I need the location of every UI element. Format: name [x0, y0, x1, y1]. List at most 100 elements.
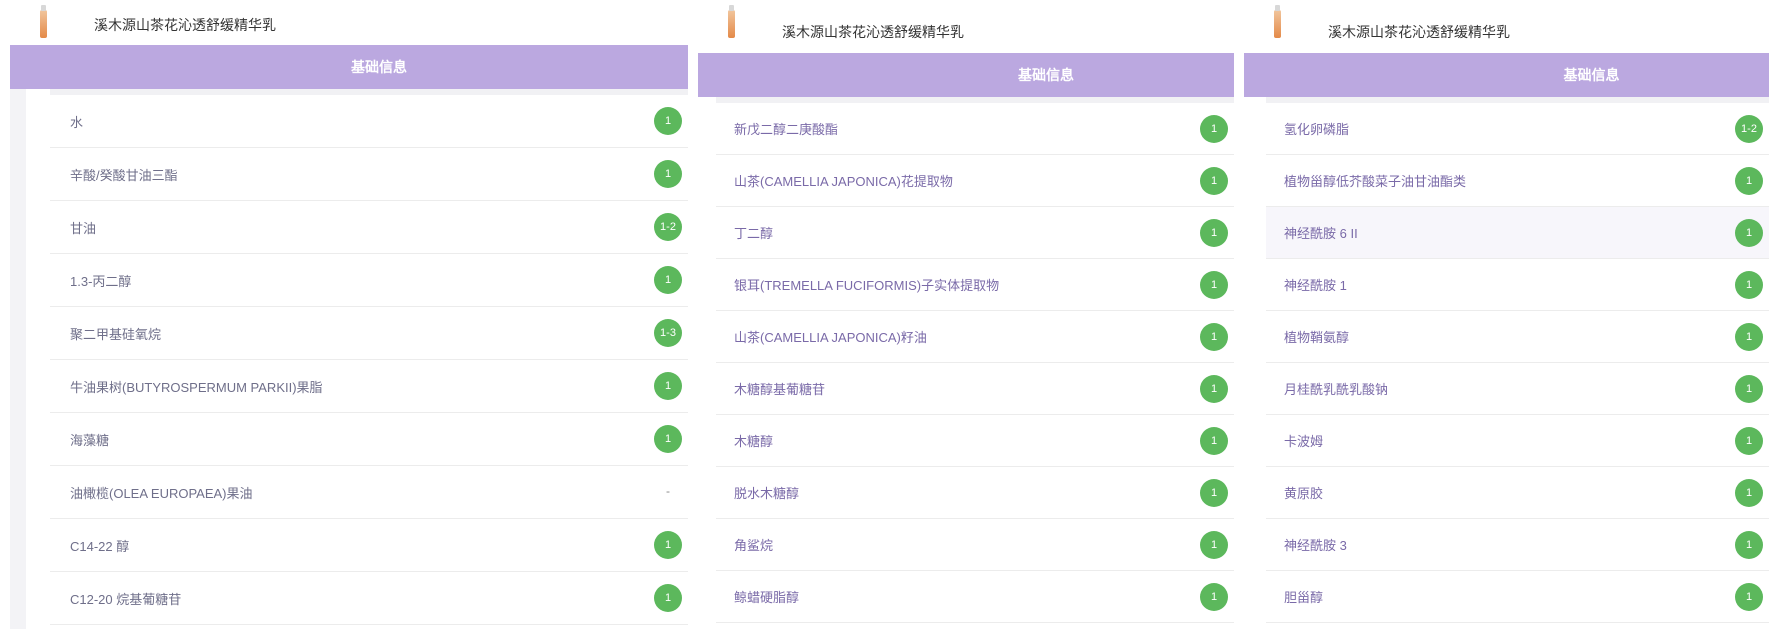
ingredient-row[interactable]: 脱水木糖醇 1	[716, 467, 1234, 519]
safety-rating-badge: 1	[1200, 426, 1228, 455]
ingredient-panel-3: 溪木源山茶花沁透舒缓精华乳 基础信息 氢化卵磷脂 1-2 植物甾醇低芥酸菜子油甘油酯…	[1244, 0, 1769, 623]
ingredient-name: 牛油果树(BUTYROSPERMUM PARKII)果脂	[70, 379, 323, 395]
safety-rating-badge: 1	[654, 160, 682, 188]
product-title-row: 溪木源山茶花沁透舒缓精华乳	[698, 0, 1234, 53]
ingredient-name: 神经酰胺 3	[1284, 538, 1347, 553]
ingredient-name: 海藻糖	[70, 432, 110, 448]
ingredient-name: C12-20 烷基葡糖苷	[70, 591, 182, 607]
safety-rating-badge: 1	[654, 584, 682, 612]
safety-rating-badge: 1	[654, 107, 682, 135]
safety-rating-badge: 1	[654, 266, 682, 294]
ingredient-row[interactable]: 山茶(CAMELLIA JAPONICA)花提取物 1	[716, 155, 1234, 207]
ingredient-row[interactable]: 月桂酰乳酰乳酸钠 1	[1266, 363, 1769, 415]
ingredient-name: 1.3-丙二醇	[70, 273, 132, 289]
ingredient-list: 新戊二醇二庚酸酯 1 山茶(CAMELLIA JAPONICA)花提取物 1 丁二醇 1 银…	[716, 103, 1234, 623]
safety-rating-badge: 1	[1200, 582, 1228, 611]
basic-info-header: 基础信息	[10, 45, 688, 89]
ingredient-row[interactable]: 甘油 1-2	[50, 201, 688, 254]
safety-rating-badge: 1	[1200, 218, 1228, 247]
ingredient-name: 角鲨烷	[734, 538, 774, 553]
safety-rating-badge: 1	[654, 425, 682, 453]
left-gutter	[10, 89, 26, 629]
ingredient-list: 氢化卵磷脂 1-2 植物甾醇低芥酸菜子油甘油酯类 1 神经酰胺 6 II 1 神经酰胺 1 1…	[1266, 103, 1769, 623]
ingredient-name: 木糖醇	[734, 434, 774, 449]
safety-rating-badge: 1	[1200, 166, 1228, 195]
ingredient-row[interactable]: 丁二醇 1	[716, 207, 1234, 259]
ingredient-row[interactable]: C12-20 烷基葡糖苷 1	[50, 572, 688, 625]
ingredient-name: 月桂酰乳酰乳酸钠	[1284, 382, 1389, 397]
safety-rating-badge: 1	[1735, 374, 1763, 403]
ingredient-name: 聚二甲基硅氧烷	[70, 326, 162, 342]
safety-rating-badge: 1	[1735, 270, 1763, 299]
safety-rating-badge: 1	[1735, 478, 1763, 507]
ingredient-row[interactable]: 神经酰胺 6 II 1	[1266, 207, 1769, 259]
ingredient-name: 神经酰胺 1	[1284, 278, 1347, 293]
ingredient-list: 水 1 辛酸/癸酸甘油三酯 1 甘油 1-2 1.3-丙二醇 1 聚二甲基硅氧烷 1-3 牛油果树(…	[50, 95, 688, 625]
product-name: 溪木源山茶花沁透舒缓精华乳	[1328, 24, 1510, 40]
safety-rating-badge: 1-2	[1735, 114, 1763, 143]
ingredient-row[interactable]: 新戊二醇二庚酸酯 1	[716, 103, 1234, 155]
safety-rating-badge: 1	[1735, 582, 1763, 611]
ingredient-row[interactable]: 角鲨烷 1	[716, 519, 1234, 571]
safety-rating-badge: 1	[1735, 426, 1763, 455]
ingredient-name: 鲸蜡硬脂醇	[734, 590, 800, 605]
basic-info-header: 基础信息	[1244, 53, 1769, 97]
product-name: 溪木源山茶花沁透舒缓精华乳	[94, 17, 276, 33]
product-title-row: 溪木源山茶花沁透舒缓精华乳	[10, 0, 688, 45]
ingredient-row[interactable]: 木糖醇 1	[716, 415, 1234, 467]
ingredient-row[interactable]: 木糖醇基葡糖苷 1	[716, 363, 1234, 415]
basic-info-header: 基础信息	[698, 53, 1234, 97]
ingredient-name: 神经酰胺 6 II	[1284, 226, 1358, 241]
ingredient-row[interactable]: 1.3-丙二醇 1	[50, 254, 688, 307]
ingredient-row[interactable]: 鲸蜡硬脂醇 1	[716, 571, 1234, 623]
ingredient-row[interactable]: 油橄榄(OLEA EUROPAEA)果油 -	[50, 466, 688, 519]
ingredient-row[interactable]: 黄原胶 1	[1266, 467, 1769, 519]
product-name: 溪木源山茶花沁透舒缓精华乳	[782, 24, 964, 40]
ingredient-row[interactable]: 牛油果树(BUTYROSPERMUM PARKII)果脂 1	[50, 360, 688, 413]
ingredient-row[interactable]: 银耳(TREMELLA FUCIFORMIS)子实体提取物 1	[716, 259, 1234, 311]
ingredient-name: C14-22 醇	[70, 538, 130, 554]
ingredient-row[interactable]: 卡波姆 1	[1266, 415, 1769, 467]
ingredient-row[interactable]: 水1	[50, 95, 688, 148]
safety-rating-badge: 1	[1200, 114, 1228, 143]
ingredient-name: 油橄榄(OLEA EUROPAEA)果油	[70, 485, 253, 501]
ingredient-row[interactable]: 氢化卵磷脂 1-2	[1266, 103, 1769, 155]
ingredient-row[interactable]: 神经酰胺 1 1	[1266, 259, 1769, 311]
ingredient-row[interactable]: 植物鞘氨醇 1	[1266, 311, 1769, 363]
safety-rating-badge: 1	[1735, 166, 1763, 195]
ingredient-name: 丁二醇	[734, 226, 774, 241]
ingredient-row[interactable]: 辛酸/癸酸甘油三酯 1	[50, 148, 688, 201]
safety-rating-empty: -	[666, 484, 670, 498]
safety-rating-badge: 1	[1735, 322, 1763, 351]
safety-rating-badge: 1	[654, 372, 682, 400]
safety-rating-badge: 1	[1200, 530, 1228, 559]
safety-rating-badge: 1	[1200, 270, 1228, 299]
safety-rating-badge: 1-2	[654, 213, 682, 241]
safety-rating-badge: 1	[1200, 322, 1228, 351]
safety-rating-badge: 1	[1200, 374, 1228, 403]
safety-rating-badge: 1	[1735, 530, 1763, 559]
ingredient-name: 银耳(TREMELLA FUCIFORMIS)子实体提取物	[734, 278, 1000, 293]
ingredient-name: 胆甾醇	[1284, 590, 1324, 605]
ingredient-name: 新戊二醇二庚酸酯	[734, 122, 839, 137]
ingredient-row[interactable]: 神经酰胺 3 1	[1266, 519, 1769, 571]
product-bottle-icon	[40, 5, 47, 38]
ingredient-name: 山茶(CAMELLIA JAPONICA)花提取物	[734, 174, 953, 189]
ingredient-row[interactable]: C14-22 醇 1	[50, 519, 688, 572]
ingredient-name: 脱水木糖醇	[734, 486, 800, 501]
ingredient-name: 水	[70, 114, 84, 130]
ingredient-panel-2: 溪木源山茶花沁透舒缓精华乳 基础信息 新戊二醇二庚酸酯 1 山茶(CAMELLIA …	[698, 0, 1234, 623]
ingredient-name: 植物鞘氨醇	[1284, 330, 1350, 345]
ingredient-row[interactable]: 胆甾醇 1	[1266, 571, 1769, 623]
product-title-row: 溪木源山茶花沁透舒缓精华乳	[1244, 0, 1769, 53]
safety-rating-badge: 1	[1200, 478, 1228, 507]
ingredient-row[interactable]: 聚二甲基硅氧烷 1-3	[50, 307, 688, 360]
ingredient-name: 山茶(CAMELLIA JAPONICA)籽油	[734, 330, 927, 345]
ingredient-row[interactable]: 植物甾醇低芥酸菜子油甘油酯类 1	[1266, 155, 1769, 207]
ingredient-name: 木糖醇基葡糖苷	[734, 382, 826, 397]
ingredient-row[interactable]: 山茶(CAMELLIA JAPONICA)籽油 1	[716, 311, 1234, 363]
ingredient-name: 甘油	[70, 220, 97, 236]
ingredient-row[interactable]: 海藻糖 1	[50, 413, 688, 466]
product-bottle-icon	[728, 5, 735, 38]
ingredient-name: 卡波姆	[1284, 434, 1324, 449]
